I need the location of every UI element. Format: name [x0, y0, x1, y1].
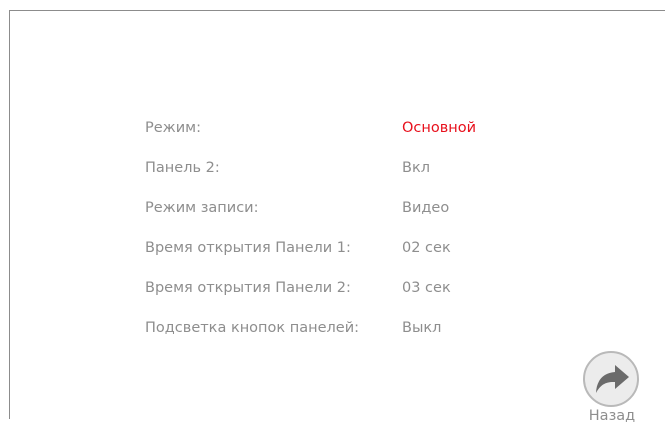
setting-button-backlight-value[interactable]: Выкл [402, 319, 441, 337]
setting-panel2-value[interactable]: Вкл [402, 159, 430, 177]
setting-record-mode-row[interactable]: Режим записи: Видео [145, 199, 545, 239]
setting-button-backlight-label: Подсветка кнопок панелей: [145, 320, 360, 336]
setting-mode-value[interactable]: Основной [402, 119, 476, 137]
setting-record-mode-value[interactable]: Видео [402, 199, 449, 217]
setting-mode-label: Режим: [145, 120, 201, 136]
setting-panel2-open-time-value[interactable]: 03 сек [402, 279, 451, 297]
setting-panel2-row[interactable]: Панель 2: Вкл [145, 159, 545, 199]
setting-panel2-open-time-row[interactable]: Время открытия Панели 2: 03 сек [145, 279, 545, 319]
settings-list: Режим: Основной Панель 2: Вкл Режим запи… [145, 119, 545, 359]
setting-panel1-open-time-label: Время открытия Панели 1: [145, 240, 351, 256]
setting-panel1-open-time-row[interactable]: Время открытия Панели 1: 02 сек [145, 239, 545, 279]
settings-screen: Режим: Основной Панель 2: Вкл Режим запи… [9, 10, 665, 424]
setting-panel2-label: Панель 2: [145, 160, 220, 176]
back-button-circle[interactable] [583, 351, 639, 407]
setting-mode-row[interactable]: Режим: Основной [145, 119, 545, 159]
setting-panel2-open-time-label: Время открытия Панели 2: [145, 280, 351, 296]
setting-button-backlight-row[interactable]: Подсветка кнопок панелей: Выкл [145, 319, 545, 359]
back-button-label[interactable]: Назад [582, 408, 642, 424]
setting-panel1-open-time-value[interactable]: 02 сек [402, 239, 451, 257]
back-button[interactable]: Назад [582, 351, 642, 427]
forward-arrow-icon [596, 365, 629, 393]
setting-record-mode-label: Режим записи: [145, 200, 259, 216]
